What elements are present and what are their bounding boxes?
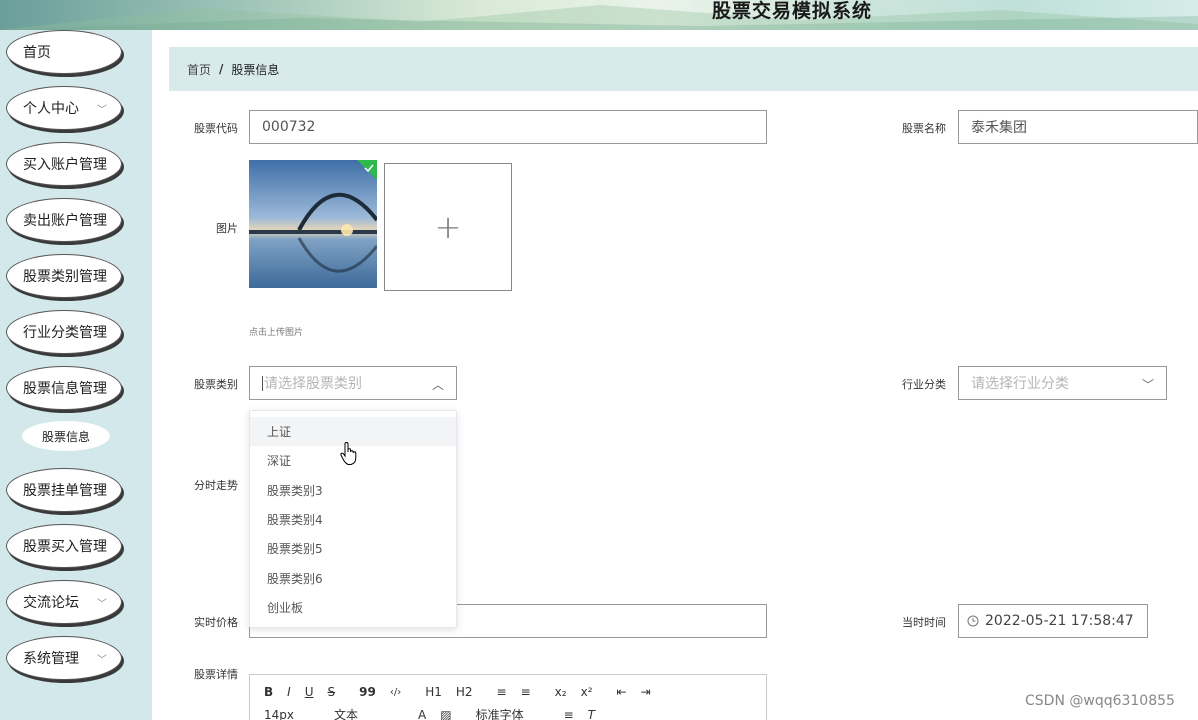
sidebar-item-8[interactable]: 股票买入管理 bbox=[6, 524, 122, 568]
align-icon[interactable]: ≡ bbox=[564, 708, 574, 720]
sidebar-item-label: 系统管理 bbox=[23, 651, 79, 667]
app-title: 股票交易模拟系统 bbox=[712, 0, 873, 22]
dropdown-option[interactable]: 创业板 bbox=[250, 593, 456, 622]
stock-name-input[interactable]: 泰禾集团 bbox=[958, 110, 1198, 144]
stock-category-label: 股票类别 bbox=[194, 378, 238, 391]
sidebar-item-2[interactable]: 买入账户管理 bbox=[6, 142, 122, 186]
underline-button[interactable]: U bbox=[305, 685, 314, 699]
stock-name-label: 股票名称 bbox=[902, 122, 946, 135]
stock-code-label: 股票代码 bbox=[194, 122, 238, 135]
strike-button[interactable]: S bbox=[328, 685, 336, 699]
app-header: 股票交易模拟系统 bbox=[0, 0, 1198, 30]
sidebar-item-label: 买入账户管理 bbox=[23, 157, 107, 173]
sidebar-item-label: 行业分类管理 bbox=[23, 325, 107, 341]
dropdown-option[interactable]: 股票类别3 bbox=[250, 476, 456, 505]
clear-format-icon[interactable]: T bbox=[588, 708, 595, 720]
dropdown-option[interactable]: 股票类别5 bbox=[250, 534, 456, 563]
breadcrumb-current: 股票信息 bbox=[231, 62, 280, 77]
ordered-list-button[interactable]: ≡ bbox=[497, 685, 507, 699]
price-label: 实时价格 bbox=[194, 616, 238, 629]
trend-label: 分时走势 bbox=[194, 479, 238, 492]
text-cursor bbox=[262, 375, 263, 391]
stock-code-value: 000732 bbox=[262, 119, 316, 135]
h2-button[interactable]: H2 bbox=[456, 685, 473, 699]
chevron-down-icon: ﹀ bbox=[97, 105, 107, 116]
current-time-input[interactable]: 2022-05-21 17:58:47 bbox=[958, 604, 1148, 638]
upload-hint: 点击上传图片 bbox=[249, 328, 304, 338]
sidebar-item-label: 股票信息管理 bbox=[23, 381, 107, 397]
sidebar-item-label: 股票类别管理 bbox=[23, 269, 107, 285]
current-time-value: 2022-05-21 17:58:47 bbox=[985, 613, 1134, 629]
sidebar-subitem-stock-info[interactable]: 股票信息 bbox=[22, 421, 110, 451]
current-time-label: 当时时间 bbox=[902, 616, 946, 629]
rich-text-editor[interactable]: B I U S 99 ‹/› H1 H2 ≡ ≡ x₂ x² ⇤ ⇥ 14px … bbox=[249, 674, 767, 720]
sidebar-item-label: 卖出账户管理 bbox=[23, 213, 107, 229]
font-color-button[interactable]: A bbox=[418, 708, 426, 720]
sidebar-item-label: 个人中心 bbox=[23, 101, 79, 117]
hand-cursor-icon bbox=[340, 442, 357, 465]
indent-button[interactable]: ⇥ bbox=[641, 685, 651, 699]
stock-name-value: 泰禾集团 bbox=[971, 120, 1027, 136]
detail-label: 股票详情 bbox=[194, 668, 238, 681]
sidebar-item-0[interactable]: 首页 bbox=[6, 30, 122, 74]
breadcrumb: 首页 / 股票信息 bbox=[169, 47, 1198, 91]
industry-select[interactable]: 请选择行业分类 ﹀ bbox=[958, 366, 1167, 400]
plus-icon: + bbox=[434, 208, 462, 246]
sidebar-item-1[interactable]: 个人中心 ﹀ bbox=[6, 86, 122, 130]
sidebar-item-5[interactable]: 行业分类管理 bbox=[6, 310, 122, 354]
sidebar-item-4[interactable]: 股票类别管理 bbox=[6, 254, 122, 298]
bold-button[interactable]: B bbox=[264, 685, 273, 699]
quote-button[interactable]: 99 bbox=[359, 685, 376, 699]
bridge-image bbox=[249, 160, 377, 288]
uploaded-image-thumbnail[interactable] bbox=[249, 160, 377, 288]
italic-button[interactable]: I bbox=[287, 685, 291, 699]
breadcrumb-separator: / bbox=[219, 62, 224, 76]
block-type-select[interactable]: 文本 bbox=[334, 706, 358, 720]
stock-category-select[interactable]: 请选择股票类别 ︿ bbox=[249, 366, 457, 400]
header-background-image bbox=[0, 5, 1198, 30]
bullet-list-button[interactable]: ≡ bbox=[521, 685, 531, 699]
sidebar-item-label: 首页 bbox=[23, 45, 51, 61]
sidebar-item-3[interactable]: 卖出账户管理 bbox=[6, 198, 122, 242]
sidebar-item-label: 股票买入管理 bbox=[23, 539, 107, 555]
sidebar-item-10[interactable]: 系统管理 ﹀ bbox=[6, 636, 122, 680]
sidebar-item-label: 交流论坛 bbox=[23, 595, 79, 611]
dropdown-option[interactable]: 股票类别4 bbox=[250, 505, 456, 534]
chevron-down-icon: ﹀ bbox=[97, 655, 107, 666]
font-size-select[interactable]: 14px bbox=[264, 708, 294, 720]
sidebar-item-7[interactable]: 股票挂单管理 bbox=[6, 468, 122, 512]
stock-category-placeholder: 请选择股票类别 bbox=[264, 376, 362, 392]
font-family-select[interactable]: 标准字体 bbox=[476, 706, 524, 720]
stock-code-input[interactable]: 000732 bbox=[249, 110, 767, 144]
editor-toolbar-row2: 14px 文本 A ▨ 标准字体 ≡ T bbox=[264, 706, 609, 720]
sidebar-item-9[interactable]: 交流论坛 ﹀ bbox=[6, 580, 122, 624]
chevron-up-icon: ︿ bbox=[431, 378, 444, 392]
sidebar-item-label: 股票挂单管理 bbox=[23, 483, 107, 499]
subscript-button[interactable]: x₂ bbox=[555, 685, 567, 699]
upload-image-button[interactable]: + bbox=[384, 163, 512, 291]
dropdown-option[interactable]: 股票类别6 bbox=[250, 563, 456, 592]
chevron-down-icon: ﹀ bbox=[97, 599, 107, 610]
background-color-button[interactable]: ▨ bbox=[440, 708, 451, 720]
editor-toolbar-row1: B I U S 99 ‹/› H1 H2 ≡ ≡ x₂ x² ⇤ ⇥ bbox=[264, 685, 665, 699]
sidebar-subitem-label: 股票信息 bbox=[41, 429, 90, 444]
watermark: CSDN @wqq6310855 bbox=[1025, 693, 1175, 709]
h1-button[interactable]: H1 bbox=[425, 685, 442, 699]
clock-icon bbox=[967, 615, 979, 627]
code-button[interactable]: ‹/› bbox=[390, 687, 401, 698]
outdent-button[interactable]: ⇤ bbox=[617, 685, 627, 699]
image-label: 图片 bbox=[216, 222, 238, 235]
industry-label: 行业分类 bbox=[902, 378, 946, 391]
industry-placeholder: 请选择行业分类 bbox=[971, 376, 1069, 392]
superscript-button[interactable]: x² bbox=[581, 685, 593, 699]
chevron-down-icon: ﹀ bbox=[1141, 378, 1154, 392]
breadcrumb-home[interactable]: 首页 bbox=[187, 61, 211, 78]
sidebar-item-6[interactable]: 股票信息管理 bbox=[6, 366, 122, 410]
